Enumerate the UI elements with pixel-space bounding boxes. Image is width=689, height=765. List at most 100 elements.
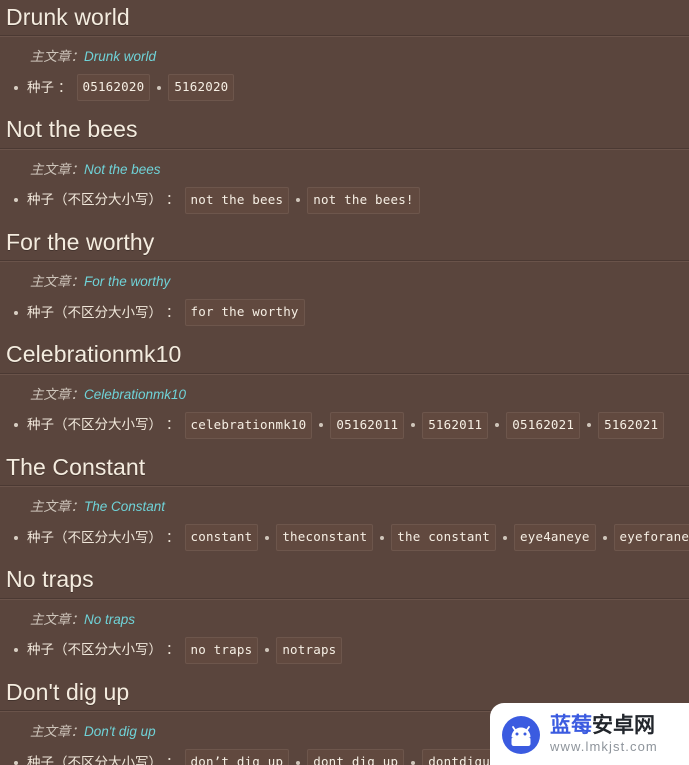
seed-colon: ：	[166, 304, 180, 320]
seed-list: 种子（不区分大小写）： not the bees not the bees!	[0, 184, 689, 225]
seed-separator-dot-icon	[495, 423, 500, 428]
main-article-link[interactable]: Not the bees	[84, 162, 161, 177]
list-bullet-icon	[14, 85, 18, 90]
list-bullet-icon	[14, 423, 18, 428]
seed-section: The Constant 主文章：The Constant 种子（不区分大小写）： c…	[0, 450, 689, 562]
seed-code[interactable]: notraps	[276, 636, 343, 664]
main-article-link[interactable]: Celebrationmk10	[84, 387, 186, 402]
seed-label: 种子（不区分大小写）	[27, 304, 162, 320]
seed-code[interactable]: eyeforaneye	[613, 524, 689, 552]
seed-code[interactable]: not the bees	[184, 186, 290, 214]
main-article-label: 主文章	[30, 499, 71, 515]
seed-label: 种子（不区分大小写）	[27, 754, 162, 765]
seed-separator-dot-icon	[602, 535, 607, 540]
main-article-separator: ：	[70, 386, 85, 402]
watermark-title-blue: 蓝莓	[550, 714, 592, 737]
seed-code[interactable]: no traps	[184, 636, 259, 664]
list-bullet-icon	[14, 648, 18, 653]
seed-separator-dot-icon	[296, 760, 301, 765]
seed-colon: ：	[166, 642, 180, 658]
main-article-separator: ：	[70, 611, 85, 627]
seed-code[interactable]: not the bees!	[307, 186, 420, 214]
seed-code[interactable]: dont dig up	[307, 749, 405, 765]
seed-code[interactable]: 05162020	[76, 74, 151, 102]
seed-section: Celebrationmk10 主文章：Celebrationmk10 种子（不区分…	[0, 337, 689, 449]
seed-separator-dot-icon	[380, 535, 385, 540]
main-article-row: 主文章：Not the bees	[0, 149, 689, 184]
main-article-label: 主文章	[30, 49, 71, 65]
seed-colon: ：	[58, 79, 72, 95]
seed-colon: ：	[166, 192, 180, 208]
seed-list-item: 种子（不区分大小写）： no traps notraps	[0, 634, 689, 667]
list-bullet-icon	[14, 535, 18, 540]
seed-code[interactable]: 5162021	[598, 411, 665, 439]
sections-container: Drunk world 主文章：Drunk world 种子： 05162020 516…	[0, 0, 689, 765]
seed-list: 种子： 05162020 5162020	[0, 71, 689, 112]
site-watermark: 蓝莓安卓网 www.lmkjst.com	[490, 703, 689, 765]
main-article-label: 主文章	[30, 611, 71, 627]
seed-code[interactable]: for the worthy	[184, 299, 305, 327]
seed-code[interactable]: 05162021	[506, 411, 581, 439]
seed-separator-dot-icon	[157, 85, 162, 90]
main-article-link[interactable]: Drunk world	[84, 49, 156, 64]
seed-code[interactable]: don’t dig up	[184, 749, 290, 765]
main-article-link[interactable]: The Constant	[84, 499, 165, 514]
main-article-separator: ：	[70, 499, 85, 515]
main-article-row: 主文章：No traps	[0, 599, 689, 634]
list-bullet-icon	[14, 198, 18, 203]
main-article-row: 主文章：Celebrationmk10	[0, 374, 689, 409]
main-article-label: 主文章	[30, 161, 71, 177]
main-article-separator: ：	[70, 49, 85, 65]
main-article-separator: ：	[70, 161, 85, 177]
main-article-row: 主文章：For the worthy	[0, 261, 689, 296]
seed-list: 种子（不区分大小写）： celebrationmk10 05162011 516201…	[0, 409, 689, 450]
seed-section: Drunk world 主文章：Drunk world 种子： 05162020 516…	[0, 0, 689, 112]
seed-separator-dot-icon	[411, 760, 416, 765]
watermark-url: www.lmkjst.com	[550, 739, 658, 754]
seed-code[interactable]: theconstant	[276, 524, 374, 552]
seed-colon: ：	[166, 417, 180, 433]
seed-separator-dot-icon	[265, 648, 270, 653]
seed-section: For the worthy 主文章：For the worthy 种子（不区分大小…	[0, 225, 689, 337]
main-article-link[interactable]: No traps	[84, 612, 135, 627]
seed-colon: ：	[166, 754, 180, 765]
seed-code[interactable]: 5162011	[422, 411, 489, 439]
main-article-link[interactable]: Don't dig up	[84, 724, 156, 739]
seed-colon: ：	[166, 529, 180, 545]
seed-separator-dot-icon	[503, 535, 508, 540]
section-heading: No traps	[0, 562, 689, 599]
main-article-label: 主文章	[30, 274, 71, 290]
section-heading: The Constant	[0, 450, 689, 487]
seed-label: 种子（不区分大小写）	[27, 529, 162, 545]
seed-separator-dot-icon	[319, 423, 324, 428]
seed-section: Not the bees 主文章：Not the bees 种子（不区分大小写）： n…	[0, 112, 689, 224]
blueberry-android-logo-icon	[498, 711, 544, 757]
main-article-row: 主文章：The Constant	[0, 486, 689, 521]
seed-code[interactable]: 5162020	[168, 74, 235, 102]
seed-separator-dot-icon	[296, 198, 301, 203]
section-heading: Celebrationmk10	[0, 337, 689, 374]
seed-label: 种子（不区分大小写）	[27, 417, 162, 433]
list-bullet-icon	[14, 310, 18, 315]
seed-code[interactable]: constant	[184, 524, 259, 552]
seed-label: 种子（不区分大小写）	[27, 642, 162, 658]
section-heading: Drunk world	[0, 0, 689, 37]
main-article-separator: ：	[70, 274, 85, 290]
seed-code[interactable]: eye4aneye	[514, 524, 596, 552]
seed-code[interactable]: the constant	[391, 524, 497, 552]
seed-list-item: 种子（不区分大小写）： constant theconstant the consta…	[0, 521, 689, 554]
seed-list: 种子（不区分大小写）： for the worthy	[0, 296, 689, 337]
seed-code[interactable]: 05162011	[330, 411, 405, 439]
seed-separator-dot-icon	[411, 423, 416, 428]
section-heading: Not the bees	[0, 112, 689, 149]
seed-code[interactable]: celebrationmk10	[184, 411, 313, 439]
main-article-label: 主文章	[30, 724, 71, 740]
list-bullet-icon	[14, 760, 18, 765]
seed-label: 种子（不区分大小写）	[27, 192, 162, 208]
seed-separator-dot-icon	[265, 535, 270, 540]
seed-list-item: 种子（不区分大小写）： celebrationmk10 05162011 516201…	[0, 409, 689, 442]
seed-list-item: 种子： 05162020 5162020	[0, 71, 689, 104]
seed-list-item: 种子（不区分大小写）： for the worthy	[0, 296, 689, 329]
main-article-link[interactable]: For the worthy	[84, 274, 170, 289]
seed-label: 种子	[27, 79, 54, 95]
